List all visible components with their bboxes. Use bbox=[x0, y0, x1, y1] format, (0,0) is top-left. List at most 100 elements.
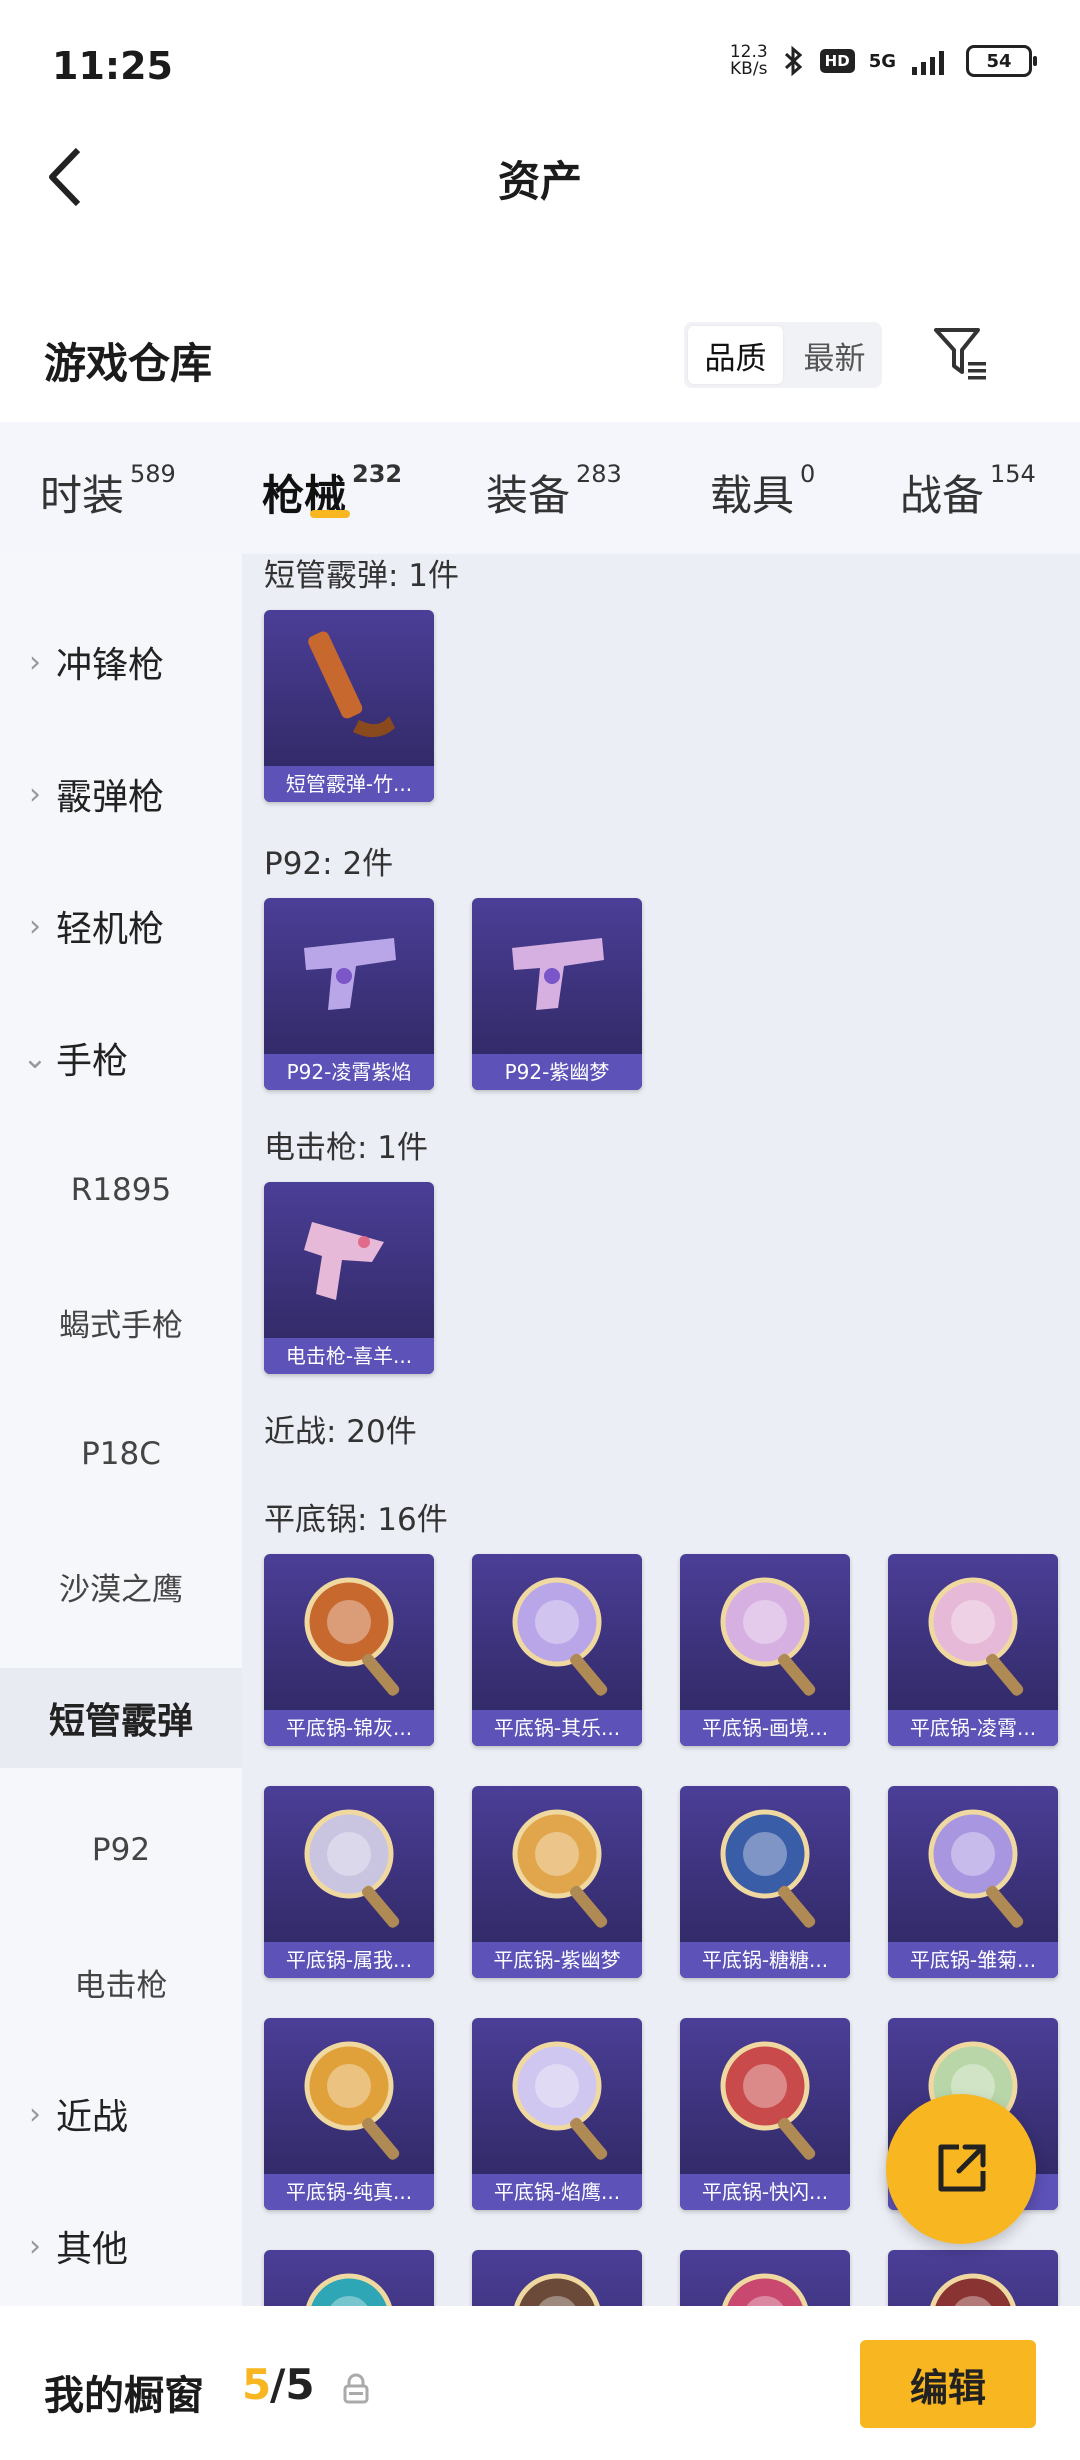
sort-quality-button[interactable]: 品质 bbox=[688, 326, 783, 384]
sidebar-item[interactable]: › 其他 bbox=[0, 2196, 242, 2296]
item-card[interactable]: 平底锅-锦灰... bbox=[264, 1554, 434, 1746]
sidebar-item[interactable]: 电击枪 bbox=[0, 1932, 242, 2032]
sidebar-item-label: P92 bbox=[91, 1832, 151, 1868]
item-image bbox=[512, 1577, 608, 1696]
sidebar-item[interactable]: R1895 bbox=[0, 1140, 242, 1240]
sidebar-item[interactable]: 短管霰弹 bbox=[0, 1668, 242, 1768]
group-label: 近战: 20件 bbox=[264, 1414, 417, 1450]
section-title: 游戏仓库 bbox=[44, 339, 213, 388]
showcase-count-current: 5 bbox=[242, 2360, 272, 2409]
tab-equipment[interactable]: 装备 283 bbox=[486, 460, 622, 523]
item-image bbox=[720, 1809, 816, 1928]
signal-icon bbox=[912, 51, 944, 75]
share-button[interactable] bbox=[886, 2094, 1036, 2244]
item-image bbox=[304, 2041, 400, 2160]
tab-count: 0 bbox=[800, 460, 816, 488]
item-image bbox=[720, 1577, 816, 1696]
tab-count: 589 bbox=[130, 460, 176, 488]
sort-toggle: 品质 最新 bbox=[684, 322, 882, 388]
item-card[interactable] bbox=[472, 2250, 642, 2306]
category-sidebar: › 冲锋枪 › 霰弹枪 › 轻机枪 ⌄ 手枪 R1895 蝎式手枪 P18C 沙漠之鹰 短管霰弹 P92 电… bbox=[0, 554, 242, 2306]
item-card[interactable]: 短管霰弹-竹... bbox=[264, 610, 434, 802]
sidebar-item[interactable]: 沙漠之鹰 bbox=[0, 1536, 242, 1636]
item-card[interactable]: 平底锅-其乐... bbox=[472, 1554, 642, 1746]
sidebar-item-label: 沙漠之鹰 bbox=[59, 1571, 183, 1608]
item-image bbox=[304, 1577, 400, 1696]
sidebar-item[interactable]: P92 bbox=[0, 1800, 242, 1900]
sidebar-item[interactable]: › 霰弹枪 bbox=[0, 744, 242, 844]
item-card-label: 电击枪-喜羊... bbox=[264, 1338, 434, 1374]
item-image bbox=[308, 631, 395, 738]
item-card[interactable]: 平底锅-雏菊... bbox=[888, 1786, 1058, 1978]
item-card[interactable] bbox=[888, 2250, 1058, 2306]
item-card-label: 短管霰弹-竹... bbox=[264, 766, 434, 802]
item-grid: 短管霰弹: 1件 短管霰弹-竹... P92: 2件 P92-凌霄紫焰 P92-紫幽梦电… bbox=[242, 554, 1080, 2306]
item-image bbox=[304, 1222, 384, 1300]
item-card[interactable]: 平底锅-属我... bbox=[264, 1786, 434, 1978]
sidebar-item[interactable]: › 近战 bbox=[0, 2064, 242, 2164]
sidebar-item[interactable]: 蝎式手枪 bbox=[0, 1272, 242, 1372]
chevron-right-icon: › bbox=[29, 644, 41, 680]
tab-fashion[interactable]: 时装 589 bbox=[40, 460, 176, 523]
tab-count: 283 bbox=[576, 460, 622, 488]
item-card-label: 平底锅-糖糖... bbox=[680, 1942, 850, 1978]
item-card[interactable]: 平底锅-糖糖... bbox=[680, 1786, 850, 1978]
item-image bbox=[928, 1809, 1024, 1928]
sidebar-item-label: 电击枪 bbox=[74, 1967, 168, 2004]
item-card[interactable]: P92-凌霄紫焰 bbox=[264, 898, 434, 1090]
item-image bbox=[512, 938, 604, 1010]
sidebar-item-label: 近战 bbox=[56, 2097, 129, 2138]
item-card[interactable]: 平底锅-纯真... bbox=[264, 2018, 434, 2210]
tab-label: 战备 bbox=[900, 471, 985, 520]
tab-vehicles[interactable]: 载具 0 bbox=[710, 460, 816, 523]
sidebar-item[interactable]: P18C bbox=[0, 1404, 242, 1504]
tab-label: 时装 bbox=[40, 471, 125, 520]
sidebar-item-label: 霰弹枪 bbox=[56, 777, 165, 818]
item-image bbox=[512, 1809, 608, 1928]
sidebar-item-label: 手枪 bbox=[56, 1041, 129, 1082]
item-card-label: 平底锅-属我... bbox=[264, 1942, 434, 1978]
network-type: 5G bbox=[868, 50, 896, 72]
chevron-right-icon: › bbox=[29, 908, 41, 944]
item-card[interactable]: P92-紫幽梦 bbox=[472, 898, 642, 1090]
page-title: 资产 bbox=[497, 157, 582, 206]
chevron-down-icon: ⌄ bbox=[22, 1040, 48, 1076]
item-card[interactable] bbox=[264, 2250, 434, 2306]
group-label: 电击枪: 1件 bbox=[264, 1130, 429, 1166]
filter-icon[interactable] bbox=[930, 322, 992, 384]
status-time: 11:25 bbox=[52, 44, 173, 88]
item-image bbox=[304, 1809, 400, 1928]
item-card[interactable] bbox=[680, 2250, 850, 2306]
sidebar-item-label: P18C bbox=[81, 1436, 161, 1472]
sidebar-item-label: 冲锋枪 bbox=[56, 645, 165, 686]
item-card[interactable]: 平底锅-画境... bbox=[680, 1554, 850, 1746]
chevron-right-icon: › bbox=[29, 2228, 41, 2264]
tab-supplies[interactable]: 战备 154 bbox=[900, 460, 1036, 523]
tab-count: 232 bbox=[352, 460, 403, 488]
item-card[interactable]: 平底锅-快闪... bbox=[680, 2018, 850, 2210]
showcase-label: 我的橱窗 bbox=[44, 2373, 204, 2419]
sidebar-item-label: 其他 bbox=[56, 2229, 129, 2270]
item-image bbox=[512, 2041, 608, 2160]
battery-icon: 54 bbox=[966, 45, 1037, 77]
sidebar-item[interactable]: › 冲锋枪 bbox=[0, 612, 242, 712]
sidebar-item[interactable]: ⌄ 手枪 bbox=[0, 1008, 242, 1108]
showcase-count-total: /5 bbox=[270, 2360, 315, 2409]
item-card[interactable]: 电击枪-喜羊... bbox=[264, 1182, 434, 1374]
item-card[interactable]: 平底锅-凌霄... bbox=[888, 1554, 1058, 1746]
bluetooth-icon bbox=[784, 45, 802, 77]
category-tabs: 时装 589 枪械 232 装备 283 载具 0 战备 154 bbox=[0, 422, 1080, 554]
share-icon bbox=[938, 2144, 986, 2192]
sort-newest-button[interactable]: 最新 bbox=[787, 322, 882, 388]
hd-badge: HD bbox=[819, 49, 855, 73]
item-card[interactable]: 平底锅-紫幽梦 bbox=[472, 1786, 642, 1978]
chevron-right-icon: › bbox=[29, 2096, 41, 2132]
item-card-label: 平底锅-快闪... bbox=[680, 2174, 850, 2210]
item-card-label: 平底锅-画境... bbox=[680, 1710, 850, 1746]
item-image bbox=[306, 2273, 392, 2306]
sidebar-item[interactable]: › 轻机枪 bbox=[0, 876, 242, 976]
item-image bbox=[720, 2041, 816, 2160]
edit-button[interactable]: 编辑 bbox=[860, 2340, 1036, 2428]
tab-label: 装备 bbox=[486, 471, 571, 520]
item-card[interactable]: 平底锅-焰鹰... bbox=[472, 2018, 642, 2210]
